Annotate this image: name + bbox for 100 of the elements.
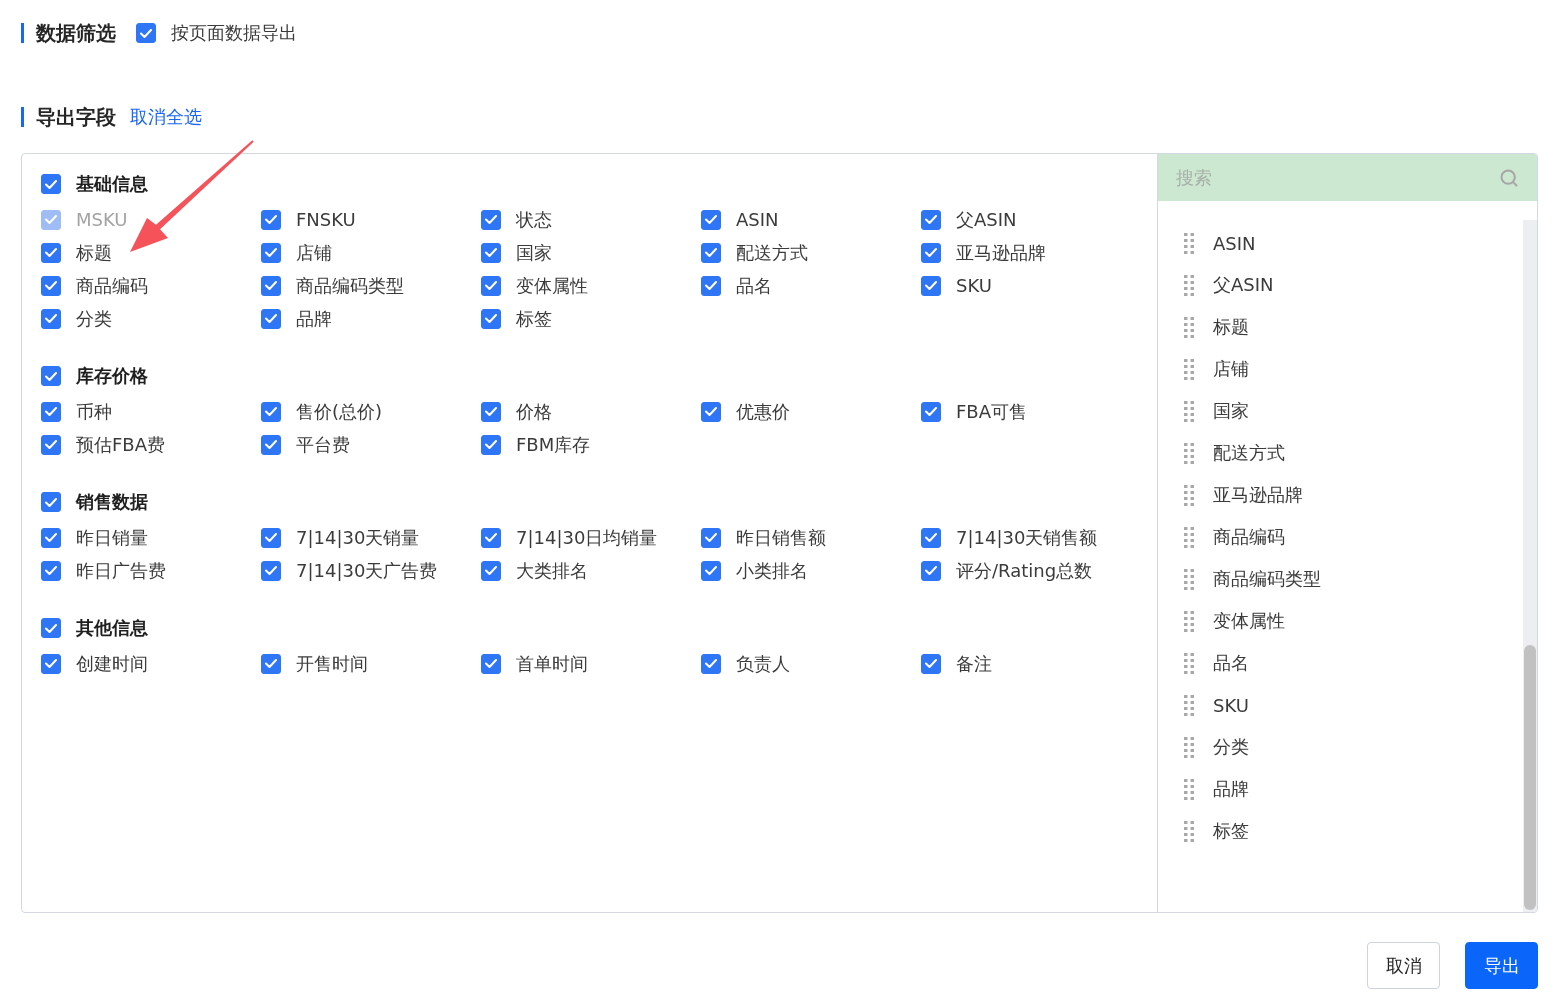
- drag-handle-icon[interactable]: [1184, 694, 1194, 716]
- drag-handle-icon[interactable]: [1184, 610, 1194, 632]
- checkbox[interactable]: [41, 242, 61, 263]
- check-icon: [265, 215, 277, 224]
- checkbox[interactable]: [41, 434, 61, 455]
- field-label: 分类: [76, 306, 112, 331]
- drag-handle-icon[interactable]: [1184, 568, 1194, 590]
- field-label: 昨日销量: [76, 525, 148, 550]
- checkbox[interactable]: [921, 242, 941, 263]
- field-label: 负责人: [736, 651, 790, 676]
- checkbox[interactable]: [481, 209, 501, 230]
- check-icon: [265, 248, 277, 257]
- check-icon: [925, 407, 937, 416]
- checkbox[interactable]: [921, 527, 941, 548]
- drag-handle-icon[interactable]: [1184, 358, 1194, 380]
- checkbox[interactable]: [701, 401, 721, 422]
- drag-handle-icon[interactable]: [1184, 736, 1194, 758]
- checkbox[interactable]: [136, 23, 156, 43]
- field-label: 小类排名: [736, 558, 808, 583]
- drag-handle-icon[interactable]: [1184, 316, 1194, 338]
- field-label: 预估FBA费: [76, 432, 165, 457]
- check-icon: [485, 314, 497, 323]
- field-label: 配送方式: [736, 240, 808, 265]
- drag-handle-icon[interactable]: [1184, 652, 1194, 674]
- checkbox[interactable]: [701, 275, 721, 296]
- checkbox[interactable]: [921, 653, 941, 674]
- deselect-all-link[interactable]: 取消全选: [130, 105, 202, 129]
- checkbox[interactable]: [481, 242, 501, 263]
- check-icon: [265, 281, 277, 290]
- section-title: 导出字段: [36, 103, 116, 131]
- check-icon: [925, 659, 937, 668]
- checkbox[interactable]: [481, 527, 501, 548]
- checkbox[interactable]: [41, 366, 61, 386]
- checkbox[interactable]: [261, 527, 281, 548]
- checkbox[interactable]: [921, 401, 941, 422]
- scrollbar-thumb[interactable]: [1524, 645, 1536, 910]
- checkbox[interactable]: [41, 275, 61, 296]
- check-icon: [265, 566, 277, 575]
- checkbox[interactable]: [41, 174, 61, 194]
- drag-handle-icon[interactable]: [1184, 400, 1194, 422]
- export-button[interactable]: 导出: [1465, 942, 1538, 989]
- checkbox[interactable]: [41, 492, 61, 512]
- checkbox[interactable]: [261, 434, 281, 455]
- checkbox[interactable]: [261, 308, 281, 329]
- checkbox[interactable]: [41, 527, 61, 548]
- drag-handle-icon[interactable]: [1184, 820, 1194, 842]
- checkbox[interactable]: [261, 401, 281, 422]
- sortable-field-label: 父ASIN: [1213, 273, 1274, 297]
- checkbox[interactable]: [481, 275, 501, 296]
- cancel-button[interactable]: 取消: [1367, 942, 1440, 989]
- checkbox[interactable]: [41, 401, 61, 422]
- checkbox-label: 按页面数据导出: [171, 21, 297, 45]
- checkbox[interactable]: [261, 209, 281, 230]
- check-icon: [45, 659, 57, 668]
- field-label: 商品编码类型: [296, 273, 404, 298]
- drag-handle-icon[interactable]: [1184, 232, 1194, 254]
- field-label: 品牌: [296, 306, 332, 331]
- field-label: 币种: [76, 399, 112, 424]
- checkbox[interactable]: [261, 560, 281, 581]
- check-icon: [485, 659, 497, 668]
- drag-handle-icon[interactable]: [1184, 442, 1194, 464]
- checkbox[interactable]: [921, 209, 941, 230]
- checkbox[interactable]: [701, 527, 721, 548]
- group-title: 其他信息: [76, 616, 148, 640]
- checkbox[interactable]: [481, 434, 501, 455]
- checkbox[interactable]: [41, 560, 61, 581]
- sortable-field-label: 店铺: [1213, 357, 1249, 381]
- field-label: 评分/Rating总数: [956, 558, 1093, 583]
- checkbox[interactable]: [921, 275, 941, 296]
- check-icon: [45, 179, 57, 189]
- checkbox[interactable]: [701, 560, 721, 581]
- checkbox[interactable]: [701, 653, 721, 674]
- checkbox[interactable]: [261, 653, 281, 674]
- checkbox[interactable]: [701, 242, 721, 263]
- checkbox[interactable]: [481, 401, 501, 422]
- checkbox[interactable]: [481, 653, 501, 674]
- drag-handle-icon[interactable]: [1184, 778, 1194, 800]
- checkbox[interactable]: [921, 560, 941, 581]
- drag-handle-icon[interactable]: [1184, 526, 1194, 548]
- check-icon: [140, 28, 152, 38]
- check-icon: [705, 659, 717, 668]
- sortable-field-label: 分类: [1213, 735, 1249, 759]
- field-label: 商品编码: [76, 273, 148, 298]
- checkbox[interactable]: [481, 308, 501, 329]
- search-field[interactable]: 搜索: [1176, 162, 1489, 193]
- search-box[interactable]: 搜索: [1158, 154, 1537, 201]
- checkbox[interactable]: [41, 308, 61, 329]
- checkbox[interactable]: [261, 275, 281, 296]
- check-icon: [45, 215, 57, 224]
- checkbox[interactable]: [701, 209, 721, 230]
- check-icon: [485, 533, 497, 542]
- field-label: 开售时间: [296, 651, 368, 676]
- checkbox[interactable]: [41, 653, 61, 674]
- drag-handle-icon[interactable]: [1184, 274, 1194, 296]
- checkbox[interactable]: [481, 560, 501, 581]
- checkbox[interactable]: [261, 242, 281, 263]
- field-label: SKU: [956, 275, 992, 296]
- check-icon: [485, 440, 497, 449]
- checkbox[interactable]: [41, 618, 61, 638]
- drag-handle-icon[interactable]: [1184, 484, 1194, 506]
